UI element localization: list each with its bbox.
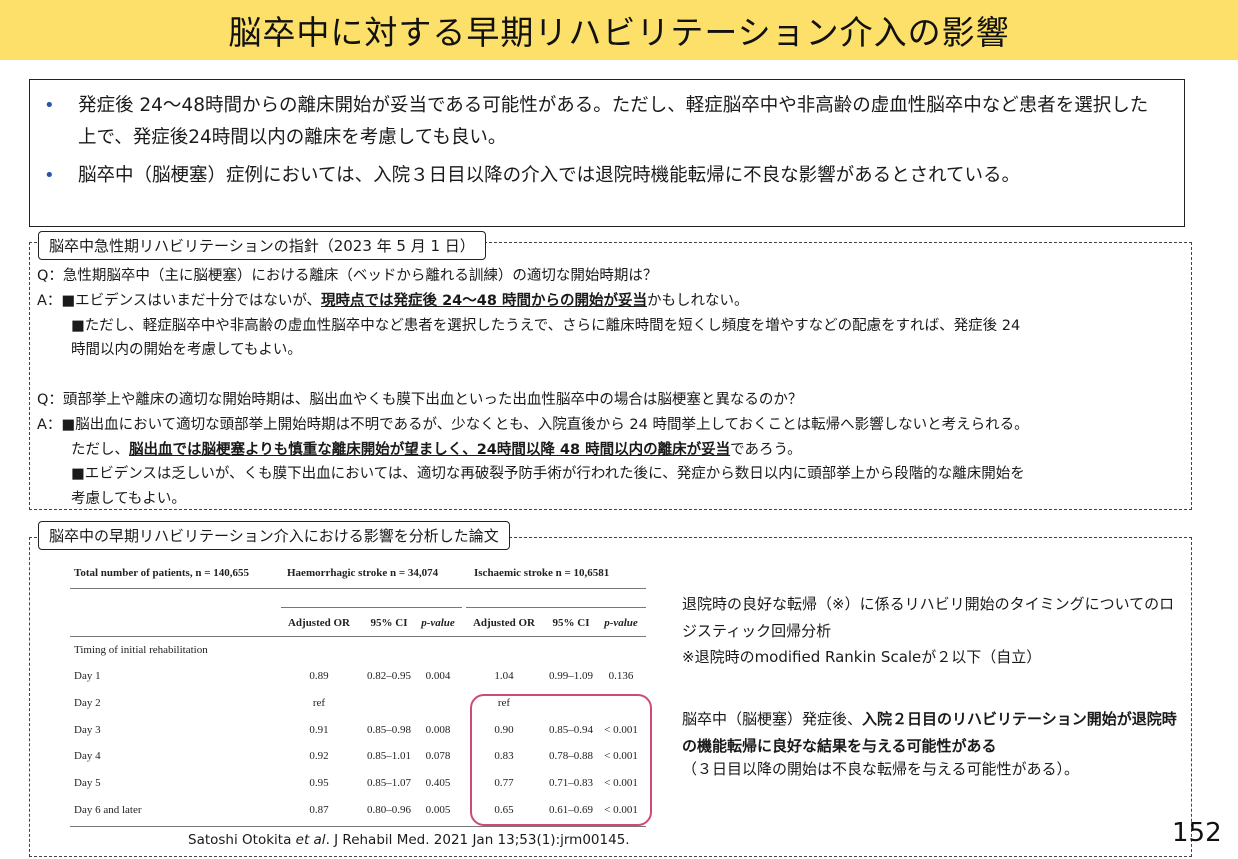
- summary-box: • 発症後 24～48時間からの離床開始が妥当である可能性がある。ただし、軽症脳…: [29, 79, 1185, 227]
- table-row-label: Day 6 and later: [74, 804, 142, 816]
- title-bar: 脳卒中に対する早期リハビリテーション介入の影響: [0, 0, 1238, 60]
- table-rule: [466, 607, 646, 608]
- answer-2-line-2: ただし、脳出血では脳梗塞よりも慎重な離床開始が望ましく、24時間以降 48 時間…: [37, 438, 1197, 463]
- table-cell: 0.91: [309, 723, 329, 736]
- table-header-cell: p-value: [604, 617, 638, 629]
- table-section-label: Timing of initial rehabilitation: [74, 644, 208, 656]
- question-2: Q：頭部挙上や離床の適切な開始時期は、脳出血やくも膜下出血といった出血性脳卒中の…: [37, 391, 803, 408]
- table-row-label: Day 1: [74, 670, 101, 682]
- table-group-ischaemic: Ischaemic stroke n = 10,6581: [474, 567, 610, 579]
- table-cell: 0.85–0.98: [367, 723, 411, 736]
- table-header-cell: Adjusted OR: [287, 617, 351, 629]
- highlight-box: [470, 694, 652, 826]
- table-cell: 0.85–1.01: [367, 750, 411, 763]
- answer-2-line-3: ■エビデンスは乏しいが、くも膜下出血においては、適切な再破裂予防手術が行われた後…: [71, 466, 1025, 483]
- bullet-icon: •: [44, 165, 55, 186]
- table-row-label: Day 3: [74, 723, 101, 736]
- table-cell: 0.008: [425, 723, 451, 736]
- answer-emphasis: 脳出血では脳梗塞よりも慎重な離床開始が望ましく、24時間以降 48 時間以内の離…: [129, 441, 731, 458]
- answer-2-line-1: A：■脳出血において適切な頭部挙上開始時期は不明であるが、少なくとも、入院直後か…: [37, 416, 1029, 433]
- answer-2-line-4: 考慮してもよい。: [71, 491, 186, 508]
- table-rule: [70, 636, 646, 637]
- table-cell: 0.078: [425, 750, 451, 763]
- table-header-cell: 95% CI: [370, 617, 408, 629]
- table-row-label: Day 5: [74, 777, 101, 790]
- table-cell: 0.80–0.96: [367, 804, 411, 816]
- table-row-label: Day 4: [74, 750, 101, 763]
- paper-label: 脳卒中の早期リハビリテーション介入における影響を分析した論文: [38, 521, 510, 550]
- analysis-description: 退院時の良好な転帰（※）に係るリハビリ開始のタイミングについてのロジスティック回…: [682, 595, 1175, 640]
- answer-1-line-2: ■ただし、軽症脳卒中や非高齢の虚血性脳卒中など患者を選択したうえで、さらに離床時…: [71, 317, 1021, 334]
- table-cell: 1.04: [494, 670, 514, 682]
- slide-title: 脳卒中に対する早期リハビリテーション介入の影響: [228, 13, 1010, 52]
- table-cell: 0.85–1.07: [367, 777, 411, 790]
- table-total-header: Total number of patients, n = 140,655: [74, 567, 249, 579]
- table-cell: 0.136: [608, 670, 634, 682]
- answer-1-line-1: A：■エビデンスはいまだ十分ではないが、現時点では発症後 24～48 時間からの…: [37, 289, 1197, 314]
- summary-list: • 発症後 24～48時間からの離床開始が妥当である可能性がある。ただし、軽症脳…: [44, 90, 1164, 192]
- table-cell: 0.004: [425, 670, 451, 682]
- table-group-haemorrhagic: Haemorrhagic stroke n = 34,074: [287, 567, 439, 579]
- citation: Satoshi Otokita et al. J Rehabil Med. 20…: [188, 832, 630, 848]
- table-rule: [281, 607, 462, 608]
- table-header-cell: 95% CI: [552, 617, 590, 629]
- answer-1-line-3: 時間以内の開始を考慮してもよい。: [71, 342, 302, 359]
- answer-text: かもしれない。: [647, 292, 749, 309]
- table-cell: 0.82–0.95: [367, 670, 411, 682]
- table-rule: [70, 826, 646, 827]
- answer-text: A：■エビデンスはいまだ十分ではないが、: [37, 292, 322, 309]
- analysis-note: ※退院時のmodified Rankin Scaleが２以下（自立）: [682, 648, 1042, 666]
- guideline-label: 脳卒中急性期リハビリテーションの指針（2023 年 5 月 1 日）: [38, 231, 486, 260]
- table-cell: 0.99–1.09: [549, 670, 593, 682]
- bullet-icon: •: [44, 95, 55, 116]
- summary-bullet-text: 脳卒中（脳梗塞）症例においては、入院３日目以降の介入では退院時機能転帰に不良な影…: [78, 165, 1021, 186]
- summary-bullet-1: • 発症後 24～48時間からの離床開始が妥当である可能性がある。ただし、軽症脳…: [44, 90, 1164, 154]
- answer-text: ただし、: [71, 441, 129, 458]
- table-cell: 0.95: [309, 777, 329, 790]
- summary-bullet-text: 発症後 24～48時間からの離床開始が妥当である可能性がある。ただし、軽症脳卒中…: [78, 95, 1149, 148]
- summary-bullet-2: • 脳卒中（脳梗塞）症例においては、入院３日目以降の介入では退院時機能転帰に不良…: [44, 160, 1164, 192]
- conclusion-note: （３日目以降の開始は不良な転帰を与える可能性がある）。: [682, 760, 1080, 778]
- conclusion: 脳卒中（脳梗塞）発症後、入院２日目のリハビリテーション開始が退院時の機能転帰に良…: [682, 710, 1177, 755]
- table-header-cell: p-value: [421, 617, 455, 629]
- table-cell: ref: [312, 696, 326, 709]
- table-cell: 0.87: [309, 804, 329, 816]
- answer-text: であろう。: [730, 441, 802, 458]
- table-cell: 0.405: [425, 777, 451, 790]
- table-cell: 0.005: [425, 804, 451, 816]
- table-cell: 0.89: [309, 670, 329, 682]
- table-header-cell: Adjusted OR: [472, 617, 536, 629]
- guideline-body: Q：急性期脳卒中（主に脳梗塞）における離床（ベッドから離れる訓練）の適切な開始時…: [37, 264, 1197, 512]
- citation-italic: et al: [295, 832, 326, 848]
- answer-emphasis: 現時点では発症後 24～48 時間からの開始が妥当: [321, 292, 647, 309]
- table-cell: 0.92: [309, 750, 329, 763]
- table-rule: [70, 588, 646, 589]
- page-number: 152: [1172, 818, 1222, 848]
- question-1: Q：急性期脳卒中（主に脳梗塞）における離床（ベッドから離れる訓練）の適切な開始時…: [37, 268, 658, 284]
- table-row-label: Day 2: [74, 696, 101, 709]
